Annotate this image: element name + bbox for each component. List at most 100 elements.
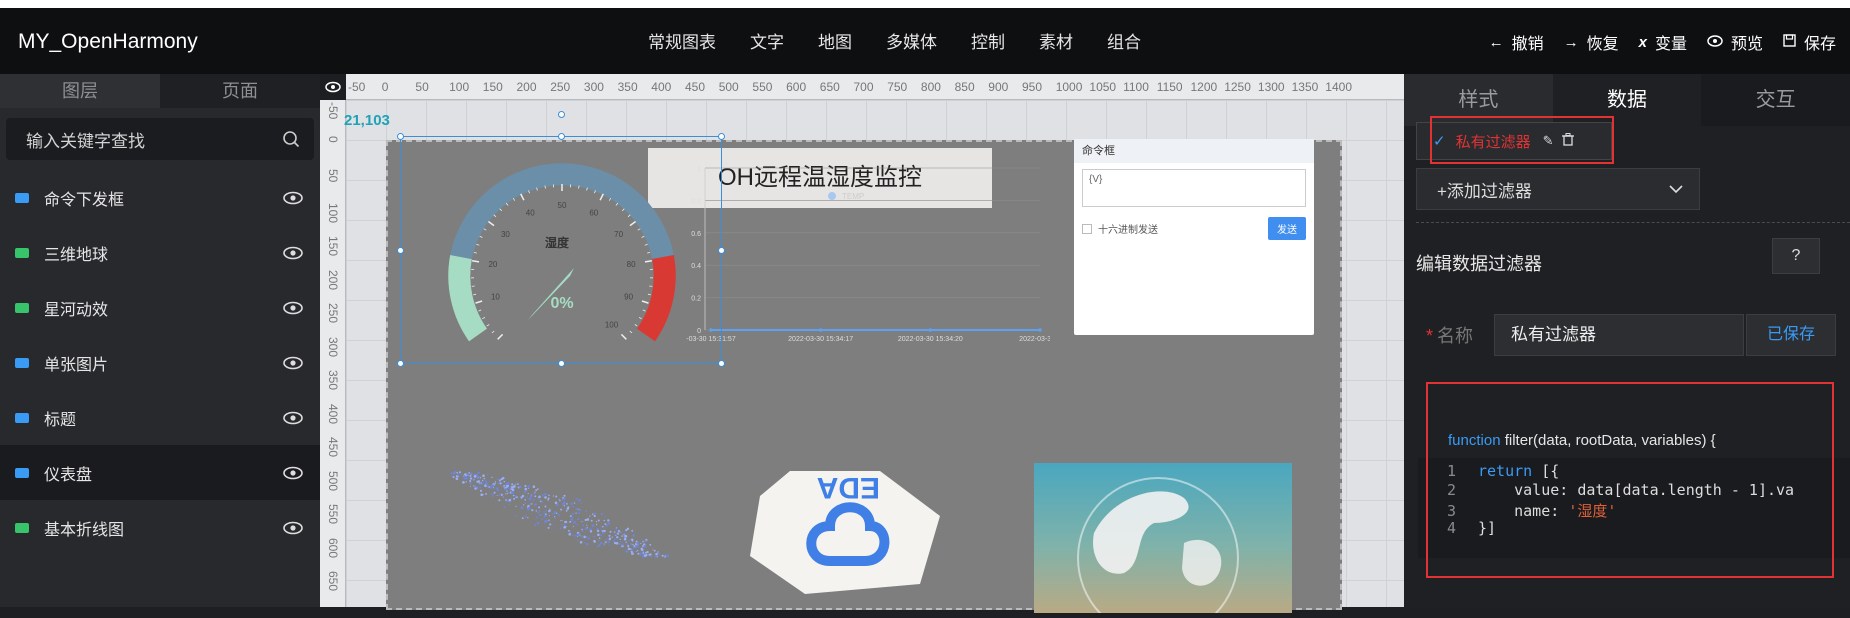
layer-item[interactable]: 仪表盘: [0, 445, 320, 500]
ruler-tick-label: -50: [348, 80, 365, 94]
star-particle: [485, 493, 487, 495]
layer-item[interactable]: 基本折线图: [0, 500, 320, 555]
visibility-eye-icon[interactable]: [320, 74, 346, 100]
star-particle: [544, 496, 547, 499]
star-particle: [605, 541, 607, 543]
star-particle: [587, 527, 588, 528]
layer-item[interactable]: 星河动效: [0, 280, 320, 335]
star-particle: [527, 505, 529, 507]
help-button[interactable]: ?: [1772, 238, 1820, 274]
menu-map[interactable]: 地图: [818, 28, 852, 53]
rotate-handle[interactable]: [558, 111, 565, 118]
star-particle: [657, 551, 658, 552]
star-particle: [606, 539, 608, 541]
eye-icon[interactable]: [282, 411, 304, 425]
resize-handle-mr[interactable]: [718, 247, 725, 254]
ruler-tick-label: 850: [955, 80, 975, 94]
star-particle: [549, 523, 551, 525]
menu-control[interactable]: 控制: [971, 28, 1005, 53]
resize-handle-tm[interactable]: [558, 133, 565, 140]
section-divider: [1416, 222, 1850, 223]
star-particle: [513, 495, 515, 497]
hex-checkbox[interactable]: [1082, 224, 1092, 234]
eye-icon[interactable]: [282, 246, 304, 260]
menu-multimedia[interactable]: 多媒体: [886, 28, 937, 53]
resize-handle-tr[interactable]: [718, 133, 725, 140]
star-particle: [509, 504, 510, 505]
layer-search-input[interactable]: 输入关键字查找: [6, 118, 314, 160]
name-label: *名称: [1426, 322, 1473, 348]
search-icon[interactable]: [282, 130, 300, 148]
command-box-title: 命令框: [1074, 139, 1314, 163]
add-filter-dropdown[interactable]: +添加过滤器: [1416, 168, 1700, 210]
star-particle: [593, 540, 595, 542]
ruler-tick-label: 400: [326, 404, 340, 424]
save-button[interactable]: 保存: [1783, 30, 1836, 54]
star-particle: [470, 473, 471, 474]
star-particle: [562, 509, 563, 510]
eye-icon[interactable]: [282, 356, 304, 370]
star-particle: [469, 482, 472, 485]
tab-pages[interactable]: 页面: [160, 74, 320, 108]
ruler-corner[interactable]: [320, 74, 346, 100]
layer-item[interactable]: 三维地球: [0, 225, 320, 280]
ruler-vertical[interactable]: -500501001502002503003504004505005506006…: [320, 100, 346, 607]
star-particle: [463, 478, 465, 480]
star-particle: [655, 556, 657, 558]
layer-item[interactable]: 命令下发框: [0, 170, 320, 225]
star-particle: [661, 555, 662, 556]
command-input[interactable]: {V}: [1082, 169, 1306, 207]
star-particle: [534, 492, 535, 493]
layer-item[interactable]: 单张图片: [0, 335, 320, 390]
eye-icon[interactable]: [282, 191, 304, 205]
resize-handle-tl[interactable]: [397, 133, 404, 140]
legend-label: TEMP: [842, 192, 864, 201]
star-particle: [508, 488, 510, 490]
line-chart-widget[interactable]: TEMP00.20.40.60.81-03-30 15:31:572022-03…: [670, 148, 1050, 378]
star-particle: [504, 481, 506, 483]
star-particle: [643, 545, 646, 548]
preview-button[interactable]: 预览: [1707, 30, 1763, 54]
ruler-tick-label: 300: [326, 337, 340, 357]
menu-common-charts[interactable]: 常规图表: [648, 28, 716, 53]
undo-button[interactable]: ← 撤销: [1489, 30, 1544, 54]
star-particle: [650, 553, 652, 555]
star-particle: [621, 533, 622, 534]
selection-box[interactable]: [400, 136, 722, 364]
eye-icon[interactable]: [282, 466, 304, 480]
layer-item[interactable]: 标题: [0, 390, 320, 445]
galaxy-effect-widget[interactable]: [450, 460, 672, 570]
star-particle: [601, 513, 603, 515]
top-strip: [0, 0, 1850, 8]
tab-layers[interactable]: 图层: [0, 74, 160, 108]
eye-icon[interactable]: [282, 521, 304, 535]
menu-material[interactable]: 素材: [1039, 28, 1073, 53]
star-particle: [636, 541, 638, 543]
filter-name-input[interactable]: 私有过滤器: [1494, 314, 1744, 356]
redo-button[interactable]: → 恢复: [1564, 30, 1619, 54]
star-particle: [619, 539, 621, 541]
resize-handle-br[interactable]: [718, 360, 725, 367]
star-particle: [482, 483, 484, 485]
command-box-widget[interactable]: 命令框 {V} 十六进制发送 发送: [1074, 139, 1314, 335]
resize-handle-bl[interactable]: [397, 360, 404, 367]
send-button[interactable]: 发送: [1268, 217, 1306, 240]
menu-combine[interactable]: 组合: [1107, 28, 1141, 53]
logo-image-widget[interactable]: EDA: [750, 466, 940, 596]
save-icon: [1783, 34, 1796, 51]
3d-globe-widget[interactable]: [1034, 463, 1292, 613]
resize-handle-bm[interactable]: [558, 360, 565, 367]
ruler-horizontal[interactable]: -500501001502002503003504004505005506006…: [346, 74, 1404, 100]
chevron-down-icon: [1669, 185, 1683, 194]
resize-handle-ml[interactable]: [397, 247, 404, 254]
layer-name: 基本折线图: [44, 516, 282, 540]
tab-interaction[interactable]: 交互: [1701, 74, 1850, 126]
star-particle: [613, 540, 615, 542]
star-particle: [559, 500, 560, 501]
variables-button[interactable]: x 变量: [1639, 30, 1687, 54]
menu-text[interactable]: 文字: [750, 28, 784, 53]
eye-icon[interactable]: [282, 301, 304, 315]
saved-button[interactable]: 已保存: [1746, 314, 1836, 356]
star-particle: [506, 485, 509, 488]
star-particle: [538, 499, 539, 500]
